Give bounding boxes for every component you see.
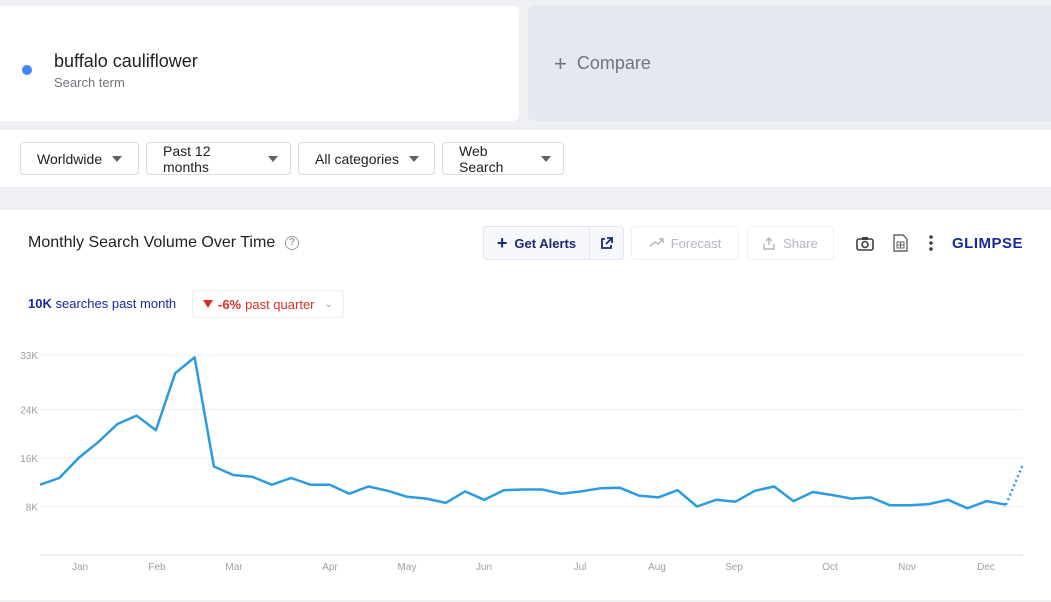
location-filter-dropdown[interactable]: Worldwide bbox=[20, 142, 139, 175]
x-tick-label: Aug bbox=[648, 562, 666, 573]
x-tick-label: Sep bbox=[725, 562, 743, 573]
x-tick-label: Jan bbox=[72, 562, 88, 573]
location-filter-label: Worldwide bbox=[37, 150, 103, 167]
category-filter-dropdown[interactable]: All categories bbox=[298, 142, 435, 175]
search-term-card[interactable]: buffalo cauliflower Search term bbox=[0, 6, 519, 121]
y-tick-label: 33K bbox=[20, 351, 38, 362]
plus-icon: + bbox=[554, 50, 567, 76]
x-tick-label: Mar bbox=[225, 562, 243, 573]
search-term-name: buffalo cauliflower bbox=[54, 51, 198, 71]
compare-label: Compare bbox=[576, 53, 651, 73]
search-volume-chart: 8K 16K 24K 33K Jan Feb Mar Apr May Jun Jul Aug Sep Oc… bbox=[20, 351, 1025, 573]
search-type-filter-dropdown[interactable]: Web Search bbox=[442, 142, 564, 175]
y-tick-label: 8K bbox=[26, 503, 39, 514]
x-tick-label: Dec bbox=[977, 562, 995, 573]
forecast-line bbox=[1004, 463, 1025, 506]
compare-button[interactable]: + Compare bbox=[528, 6, 1051, 121]
x-tick-label: May bbox=[398, 562, 417, 573]
y-tick-label: 16K bbox=[20, 454, 38, 465]
caret-down-icon bbox=[541, 155, 551, 162]
filter-bar: Worldwide Past 12 months All categories … bbox=[0, 130, 1051, 187]
x-tick-label: Apr bbox=[322, 562, 338, 573]
chart-panel: Monthly Search Volume Over Time ? + Get … bbox=[0, 210, 1051, 600]
x-tick-label: Jul bbox=[574, 562, 587, 573]
caret-down-icon bbox=[268, 155, 278, 162]
x-tick-label: Jun bbox=[476, 562, 492, 573]
category-filter-label: All categories bbox=[315, 150, 400, 167]
x-tick-label: Oct bbox=[822, 562, 838, 573]
search-type-filter-label: Web Search bbox=[459, 142, 504, 175]
x-tick-label: Nov bbox=[898, 562, 916, 573]
time-range-filter-dropdown[interactable]: Past 12 months bbox=[146, 142, 291, 175]
series-color-dot bbox=[22, 65, 32, 75]
time-range-filter-label: Past 12 months bbox=[163, 142, 211, 175]
caret-down-icon bbox=[112, 155, 123, 162]
series-line bbox=[39, 356, 1007, 510]
y-tick-label: 24K bbox=[20, 406, 38, 417]
caret-down-icon bbox=[409, 155, 420, 162]
search-term-sublabel: Search term bbox=[54, 75, 125, 90]
x-tick-label: Feb bbox=[148, 562, 166, 573]
